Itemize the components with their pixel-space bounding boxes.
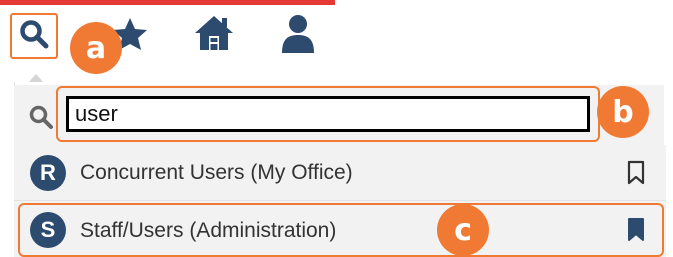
- search-input[interactable]: [66, 96, 590, 132]
- search-icon: [19, 19, 49, 54]
- list-item-label[interactable]: Concurrent Users (My Office): [80, 161, 353, 185]
- home-button[interactable]: [192, 14, 236, 56]
- bookmark-outline-icon[interactable]: [626, 160, 646, 191]
- top-accent-strip: [0, 0, 335, 5]
- badge-letter: S: [40, 217, 56, 242]
- profile-button[interactable]: [278, 14, 318, 56]
- search-button[interactable]: [10, 13, 58, 59]
- callout-b-label: b: [612, 94, 634, 130]
- search-icon: [28, 104, 54, 135]
- bookmark-filled-icon[interactable]: [626, 217, 646, 248]
- user-icon: [280, 13, 316, 58]
- home-icon: [193, 14, 235, 57]
- callout-c: c: [437, 204, 489, 256]
- callout-c-label: c: [454, 212, 472, 248]
- callout-a-label: a: [85, 30, 107, 66]
- list-item-label[interactable]: Staff/Users (Administration): [80, 219, 336, 243]
- screen-badge: S: [30, 212, 66, 248]
- callout-b: b: [597, 86, 649, 138]
- report-badge: R: [30, 155, 66, 191]
- badge-letter: R: [40, 160, 56, 185]
- callout-a: a: [70, 22, 122, 74]
